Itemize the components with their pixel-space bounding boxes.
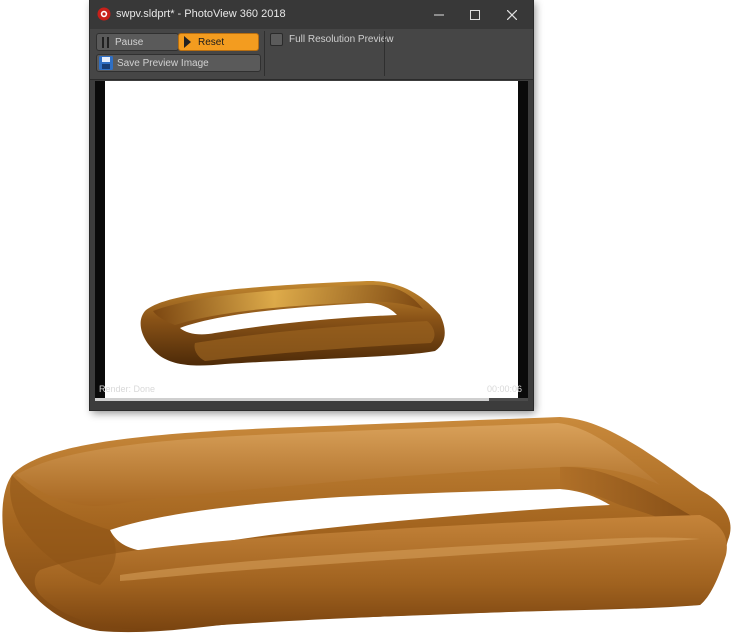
rendered-part-large <box>2 417 731 633</box>
close-button[interactable] <box>494 0 530 29</box>
pause-button[interactable]: Pause <box>96 33 179 51</box>
close-icon <box>507 9 517 20</box>
render-canvas <box>105 81 518 399</box>
maximize-button[interactable] <box>457 0 493 29</box>
pause-icon <box>102 36 109 48</box>
play-icon <box>184 36 191 48</box>
floppy-disk-icon <box>99 56 113 70</box>
photoview-app-icon <box>97 7 111 21</box>
render-status: Render: Done <box>99 384 156 394</box>
save-preview-label: Save Preview Image <box>117 57 209 69</box>
photoview-window: swpv.sldprt* - PhotoView 360 2018 Pause … <box>90 0 533 410</box>
minimize-button[interactable] <box>421 0 457 29</box>
full-resolution-checkbox[interactable] <box>270 33 283 46</box>
render-time: 00:00:06 <box>486 384 522 394</box>
toolbar: Pause Reset Save Preview Image Full Reso… <box>90 29 533 80</box>
reset-label: Reset <box>198 36 225 48</box>
full-resolution-toggle[interactable]: Full Resolution Preview <box>270 33 394 46</box>
reset-button[interactable]: Reset <box>178 33 259 51</box>
pause-label: Pause <box>115 36 144 48</box>
render-progress-bar <box>95 398 528 401</box>
title-bar[interactable]: swpv.sldprt* - PhotoView 360 2018 <box>90 0 533 29</box>
maximize-icon <box>470 9 480 20</box>
save-preview-button[interactable]: Save Preview Image <box>96 54 261 72</box>
full-resolution-label: Full Resolution Preview <box>289 34 394 45</box>
preview-viewport[interactable]: Render: Done 00:00:06 <box>95 81 528 401</box>
toolbar-separator <box>384 31 385 76</box>
render-progress-fill <box>95 398 490 401</box>
minimize-icon <box>434 14 444 15</box>
window-title: swpv.sldprt* - PhotoView 360 2018 <box>116 8 286 20</box>
toolbar-separator <box>264 31 265 76</box>
rendered-part-preview <box>140 280 445 366</box>
